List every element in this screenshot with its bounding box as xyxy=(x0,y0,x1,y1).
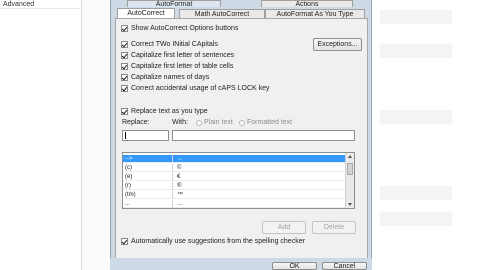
correct-caps-lock-checkbox[interactable]: Correct accidental usage of cAPS LOCK ke… xyxy=(121,84,270,93)
text-caret xyxy=(125,132,126,139)
replace-input[interactable] xyxy=(122,130,169,141)
radio-circle xyxy=(196,119,202,126)
checkbox-box xyxy=(121,63,128,70)
background-stripe xyxy=(380,44,452,58)
list-scrollbar[interactable] xyxy=(345,153,354,208)
table-row[interactable]: (r) ® xyxy=(123,182,346,190)
capitalize-names-of-days-checkbox[interactable]: Capitalize names of days xyxy=(121,73,209,82)
with-cell: ® xyxy=(177,183,182,189)
sidebar-item-advanced[interactable]: Advanced xyxy=(0,0,82,9)
exceptions-button[interactable]: Exceptions... xyxy=(313,38,362,51)
background-stripe xyxy=(380,10,452,24)
with-cell: … xyxy=(177,201,183,207)
correct-two-initial-capitals-checkbox[interactable]: Correct TWo INitial CApitals xyxy=(121,40,218,49)
checkbox-box xyxy=(121,108,128,115)
table-row[interactable]: --> → xyxy=(123,155,346,163)
checkbox-box xyxy=(121,238,128,245)
auto-suggestions-checkbox[interactable]: Automatically use suggestions from the s… xyxy=(121,237,305,246)
background-panel xyxy=(82,0,110,270)
replace-cell: (tm) xyxy=(125,191,173,199)
radio-circle xyxy=(239,119,245,126)
with-cell: ™ xyxy=(177,192,183,198)
formatted-text-radio[interactable]: Formatted text xyxy=(239,119,292,126)
scroll-down-icon[interactable] xyxy=(348,203,352,206)
background-stripe xyxy=(380,212,452,226)
replace-label: Replace: xyxy=(122,119,150,126)
background-stripe xyxy=(380,186,452,200)
replace-cell: ... xyxy=(125,200,173,208)
delete-button[interactable]: Delete xyxy=(312,221,356,234)
tab-math-autocorrect[interactable]: Math AutoCorrect xyxy=(179,9,265,18)
checkbox-box xyxy=(121,25,128,32)
ok-button[interactable]: OK xyxy=(272,262,317,270)
checkbox-box xyxy=(121,85,128,92)
replace-text-as-you-type-checkbox[interactable]: Replace text as you type xyxy=(121,107,208,116)
checkbox-box xyxy=(121,41,128,48)
tab-actions[interactable]: Actions xyxy=(261,0,353,7)
with-cell: € xyxy=(177,174,181,180)
scroll-up-icon[interactable] xyxy=(348,155,352,158)
checkbox-box xyxy=(121,52,128,59)
replace-cell: (c) xyxy=(125,164,173,172)
replace-cell: (r) xyxy=(125,182,173,190)
table-row[interactable]: ... … xyxy=(123,200,346,208)
table-row[interactable]: (tm) ™ xyxy=(123,191,346,199)
with-cell: → xyxy=(177,156,183,162)
scroll-thumb[interactable] xyxy=(347,163,353,175)
replace-cell: (e) xyxy=(125,173,173,181)
replacement-list[interactable]: --> → (c) © (e) € (r) ® (tm) ™ ... … xyxy=(122,152,355,209)
cancel-button[interactable]: Cancel xyxy=(322,262,367,270)
capitalize-first-letter-table-cells-checkbox[interactable]: Capitalize first letter of table cells xyxy=(121,62,233,71)
tab-autoformat-as-you-type[interactable]: AutoFormat As You Type xyxy=(265,9,365,18)
show-autocorrect-buttons-checkbox[interactable]: Show AutoCorrect Options buttons xyxy=(121,24,238,33)
table-row[interactable]: (e) € xyxy=(123,173,346,181)
plain-text-radio[interactable]: Plain text xyxy=(196,119,233,126)
with-input[interactable] xyxy=(172,130,355,141)
checkbox-box xyxy=(121,74,128,81)
add-button[interactable]: Add xyxy=(262,221,306,234)
capitalize-first-letter-sentences-checkbox[interactable]: Capitalize first letter of sentences xyxy=(121,51,234,60)
tab-autoformat[interactable]: AutoFormat xyxy=(127,0,221,7)
table-row[interactable]: (c) © xyxy=(123,164,346,172)
background-stripe xyxy=(380,110,452,124)
options-sidebar: Advanced xyxy=(0,0,82,270)
with-label: With: xyxy=(172,119,188,126)
with-cell: © xyxy=(177,165,182,171)
replace-cell: --> xyxy=(125,155,173,163)
background-content xyxy=(372,0,480,270)
